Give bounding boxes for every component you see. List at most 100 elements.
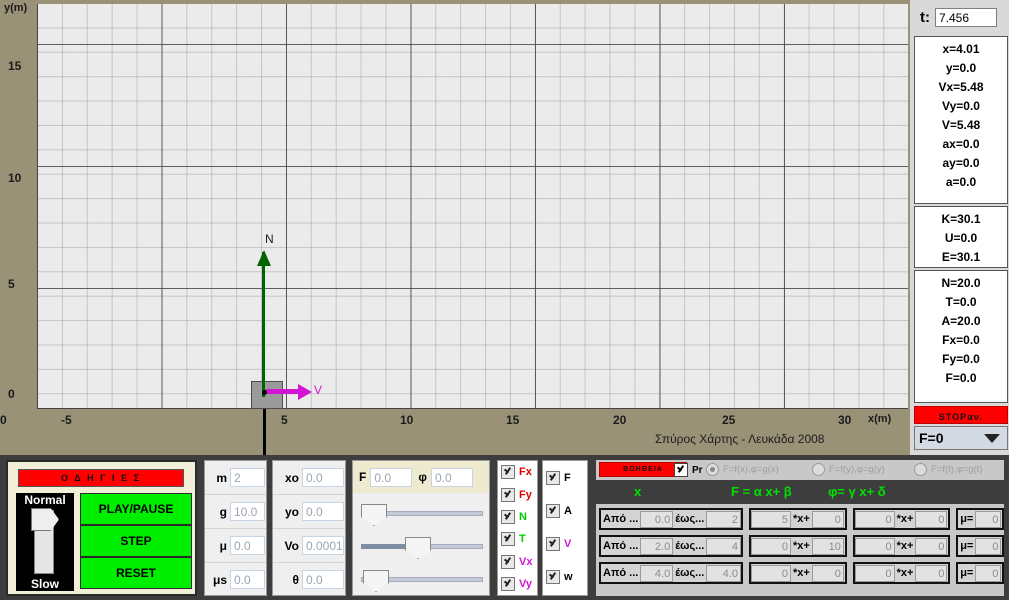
checkbox-fx[interactable] (501, 465, 515, 480)
checkbox-w[interactable] (546, 569, 560, 584)
y-tick-5: 5 (8, 277, 15, 291)
checkbox-n[interactable] (501, 509, 515, 524)
mu-label-3: μ= (960, 567, 974, 579)
delta-input-3[interactable]: 0 (915, 564, 948, 582)
mu-input-3[interactable]: 0 (975, 564, 1002, 582)
radio-fx-group[interactable]: F=f(x),φ=g(x) (706, 463, 779, 476)
step-button[interactable]: STEP (80, 525, 192, 557)
readout-v: V=5.48 (941, 118, 981, 132)
checkbox-v[interactable] (546, 536, 560, 551)
param-row-vo: Vo 0.0001 (273, 529, 345, 563)
radio-ft-group[interactable]: F=f(t),φ=g(t) (914, 463, 983, 476)
param-input-mus[interactable]: 0.0 (230, 570, 265, 589)
beta-input-2[interactable]: 10 (811, 537, 844, 555)
force-slider-2-thumb[interactable] (405, 537, 431, 559)
reset-button[interactable]: RESET (80, 557, 192, 589)
gamma-input-1[interactable]: 0 (854, 510, 895, 528)
checkbox-a[interactable] (546, 503, 560, 518)
from-input-2[interactable]: 2.0 (640, 537, 674, 555)
param-input-xo[interactable]: 0.0 (302, 468, 344, 487)
force-input-row: F 0.0 φ 0.0 (353, 461, 489, 493)
checkbox-t[interactable] (501, 532, 515, 547)
param-input-theta[interactable]: 0.0 (302, 570, 344, 589)
gamma-input-3[interactable]: 0 (854, 564, 895, 582)
force-slider-2[interactable] (361, 537, 483, 559)
checkbox-label-vx: Vx (519, 555, 533, 568)
from-input-3[interactable]: 4.0 (640, 564, 674, 582)
alpha-input-2[interactable]: 0 (751, 537, 791, 555)
velocity-vector-shaft (266, 389, 300, 394)
instructions-button[interactable]: Ο Δ Η Γ Ι Ε Σ (18, 469, 184, 487)
beta-input-1[interactable]: 0 (811, 510, 844, 528)
force-slider-1[interactable] (361, 504, 483, 526)
checkbox-f[interactable] (546, 470, 560, 485)
speed-slider-bottom-label: Slow (30, 577, 59, 591)
speed-slider[interactable]: Normal Slow (16, 493, 74, 591)
param-label-mu: μ (219, 538, 227, 553)
mult-label-1a: *x+ (793, 513, 810, 525)
major-gridlines (38, 4, 908, 408)
mu-input-2[interactable]: 0 (975, 537, 1002, 555)
mu-input-1[interactable]: 0 (975, 510, 1002, 528)
plot-canvas[interactable] (37, 4, 908, 409)
checkbox-row-f: F (546, 461, 587, 494)
from-input-1[interactable]: 0.0 (640, 510, 674, 528)
pr-checkbox-group[interactable]: Pr (674, 463, 703, 477)
checkbox-fy[interactable] (501, 487, 515, 502)
initial-conditions-group: xo 0.0 yo 0.0 Vo 0.0001 θ 0.0 (272, 460, 346, 596)
mult-label-2a: *x+ (793, 540, 810, 552)
force-input-phi[interactable]: 0.0 (430, 467, 473, 487)
force-select-dropdown[interactable]: F=0 (914, 426, 1008, 450)
y-tick-15: 15 (8, 59, 22, 73)
normal-vector-head (257, 250, 271, 266)
readout-e: E=30.1 (941, 250, 981, 264)
radio-label-ft: F=f(t),φ=g(t) (931, 464, 983, 475)
alpha-input-3[interactable]: 0 (751, 564, 791, 582)
y-tick-10: 10 (8, 171, 22, 185)
time-input[interactable]: 7.456 (935, 7, 997, 27)
checkbox-row-n: N (501, 506, 537, 528)
y-axis-title: y(m) (4, 2, 28, 14)
radio-ft[interactable] (914, 463, 927, 476)
play-pause-button[interactable]: PLAY/PAUSE (80, 493, 192, 525)
force-input-F[interactable]: 0.0 (370, 467, 413, 487)
param-row-theta: θ 0.0 (273, 563, 345, 596)
beta-input-3[interactable]: 0 (811, 564, 844, 582)
stop-button-label: STOP (938, 412, 968, 422)
speed-slider-thumb[interactable] (31, 508, 59, 531)
param-input-mu[interactable]: 0.0 (230, 536, 265, 555)
to-input-2[interactable]: 4 (706, 537, 741, 555)
delta-input-2[interactable]: 0 (915, 537, 948, 555)
radio-fx[interactable] (706, 463, 719, 476)
checkbox-vy[interactable] (501, 577, 515, 592)
delta-input-1[interactable]: 0 (915, 510, 948, 528)
from-label-2: Από ... (603, 540, 639, 552)
force-slider-3[interactable] (361, 570, 483, 592)
force-slider-3-thumb[interactable] (363, 570, 389, 592)
param-input-m[interactable]: 2 (230, 468, 265, 487)
radio-fy-group[interactable]: F=f(y),φ=g(y) (812, 463, 885, 476)
moving-block[interactable] (251, 381, 283, 409)
alpha-input-1[interactable]: 5 (751, 510, 791, 528)
chevron-down-icon (984, 433, 1000, 443)
radio-fy[interactable] (812, 463, 825, 476)
formula-header-force: F = α x+ β (731, 484, 792, 499)
pr-checkbox[interactable] (674, 463, 688, 477)
readout-f: F=0.0 (945, 371, 977, 385)
force-slider-1-thumb[interactable] (361, 504, 387, 526)
to-input-3[interactable]: 4.0 (706, 564, 741, 582)
readout-ax: ax=0.0 (942, 137, 980, 151)
force-slider-2-fill (361, 544, 409, 549)
to-input-1[interactable]: 2 (706, 510, 741, 528)
checkbox-row-a: A (546, 494, 587, 527)
time-label: t: (920, 8, 930, 26)
checkbox-vx[interactable] (501, 554, 515, 569)
stop-button[interactable]: STOPαν. (914, 406, 1008, 424)
param-input-g[interactable]: 10.0 (230, 502, 265, 521)
param-input-vo[interactable]: 0.0001 (302, 536, 344, 555)
param-input-yo[interactable]: 0.0 (302, 502, 344, 521)
formula-row-1: Από ... 0.0 έως... 2 5 *x+ 0 0 *x+ 0 μ= (596, 507, 1004, 531)
force-label-F: F (359, 470, 367, 484)
param-row-mus: μs 0.0 (205, 563, 266, 596)
gamma-input-2[interactable]: 0 (854, 537, 895, 555)
